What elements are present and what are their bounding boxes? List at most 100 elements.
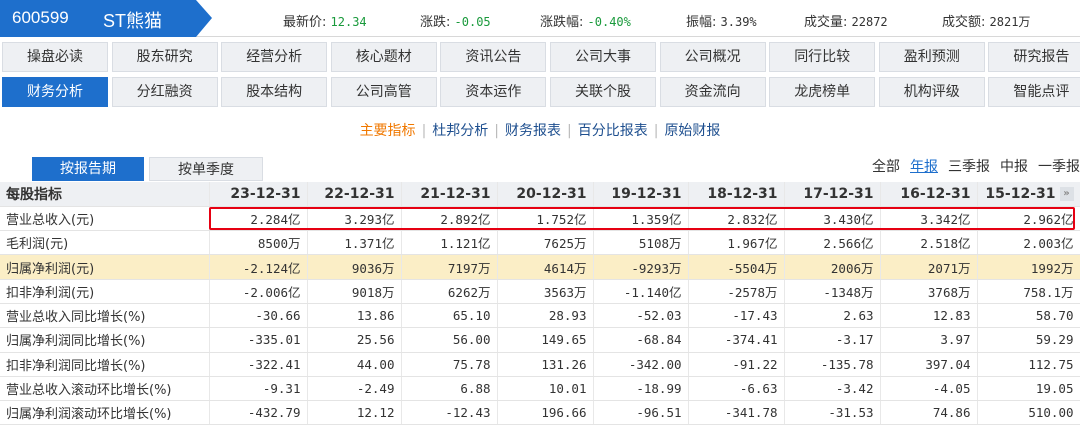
table-cell: 9018万 (307, 279, 402, 304)
subtab[interactable]: 原始财报 (664, 123, 720, 139)
table-cell: 758.1万 (977, 279, 1080, 304)
quote-value: -0.05 (454, 15, 491, 29)
report-filter: 全部 年报 三季报 中报 一季报 (862, 156, 1080, 176)
table-header-row: 每股指标 23-12-31 22-12-31 21-12-31 20-12-31 19-… (0, 182, 1080, 207)
table-cell: -341.78 (688, 400, 785, 426)
quote-item: 最新价: 12.34 (283, 11, 367, 30)
table-cell: -374.41 (688, 327, 785, 353)
nav-tab[interactable]: 股东研究 (111, 42, 218, 72)
column-header[interactable]: 22-12-31 (307, 182, 402, 207)
nav-tab[interactable]: 龙虎榜单 (769, 77, 876, 107)
by-report-period-button[interactable]: 按报告期 (32, 157, 144, 181)
column-header[interactable]: 23-12-31 (209, 182, 308, 207)
row-label: 归属净利润同比增长(%) (0, 327, 210, 353)
table-header-label: 每股指标 (0, 182, 210, 207)
nav-tab[interactable]: 核心题材 (330, 42, 437, 72)
table-cell: 2006万 (784, 254, 881, 280)
nav-tab[interactable]: 资讯公告 (440, 42, 547, 72)
column-header-label: 15-12-31 (985, 185, 1056, 202)
table-cell: -2.49 (307, 376, 402, 402)
by-quarter-button[interactable]: 按单季度 (149, 157, 263, 181)
subtab[interactable]: 财务报表 (505, 123, 561, 139)
nav-tab[interactable]: 机构评级 (878, 77, 985, 107)
subtab[interactable]: 主要指标 (360, 123, 416, 139)
table-cell: 1.967亿 (688, 230, 785, 256)
row-label: 归属净利润(元) (0, 254, 210, 280)
quote-item: 涨跌幅: -0.40% (540, 11, 631, 30)
table-cell: -30.66 (209, 303, 308, 329)
table-cell: 19.05 (977, 376, 1080, 402)
subtab[interactable]: 百分比报表 (578, 123, 648, 139)
nav-row: 财务分析 分红融资 股本结构 公司高管 资本运作 关联个股 资金流向 龙虎榜单 机构评级 智能点评 (0, 77, 1080, 107)
table-cell: 74.86 (880, 400, 978, 426)
quote-label: 涨跌: (420, 15, 451, 30)
column-header[interactable]: 19-12-31 (593, 182, 689, 207)
subtab[interactable]: 杜邦分析 (432, 123, 488, 139)
column-header-label: 18-12-31 (707, 185, 778, 202)
nav-tab[interactable]: 操盘必读 (2, 42, 108, 72)
column-header[interactable]: 21-12-31 (401, 182, 498, 207)
row-label: 扣非净利润同比增长(%) (0, 352, 210, 377)
table-cell: -18.99 (593, 376, 689, 402)
nav-tab[interactable]: 分红融资 (111, 77, 218, 107)
table-cell: -12.43 (401, 400, 498, 426)
scroll-right-icon[interactable]: » (1059, 186, 1074, 201)
table-cell: 2.284亿 (209, 206, 308, 232)
report-filter-option[interactable]: 中报 (1000, 159, 1028, 175)
report-filter-option[interactable]: 年报 (910, 159, 938, 175)
column-header-label: 23-12-31 (230, 185, 301, 202)
column-header[interactable]: 16-12-31 (880, 182, 978, 207)
nav-tab[interactable]: 研究报告 (988, 42, 1080, 72)
nav-tab[interactable]: 资本运作 (440, 77, 547, 107)
column-header[interactable]: 18-12-31 (688, 182, 785, 207)
nav-tab[interactable]: 财务分析 (2, 77, 108, 107)
nav-tab[interactable]: 盈利预测 (878, 42, 985, 72)
table-cell: 3563万 (497, 279, 594, 304)
table-cell: -6.63 (688, 376, 785, 402)
nav-tab[interactable]: 同行比较 (769, 42, 876, 72)
table-cell: -2.006亿 (209, 279, 308, 304)
nav-tab[interactable]: 经营分析 (221, 42, 328, 72)
nav-tab[interactable]: 股本结构 (221, 77, 328, 107)
table-cell: -4.05 (880, 376, 978, 402)
quote-item: 成交量: 22872 (804, 11, 888, 30)
nav-tab[interactable]: 公司大事 (550, 42, 656, 72)
column-header[interactable]: 17-12-31 (784, 182, 881, 207)
table-cell: 9036万 (307, 254, 402, 280)
table-cell: 7197万 (401, 254, 498, 280)
column-header[interactable]: 15-12-31» (977, 182, 1080, 207)
nav-tab[interactable]: 关联个股 (550, 77, 656, 107)
column-header-label: 19-12-31 (611, 185, 682, 202)
quote-value: 3.39% (720, 15, 757, 29)
table-cell: -9293万 (593, 254, 689, 280)
table-cell: 1.121亿 (401, 230, 498, 256)
table-cell: -91.22 (688, 352, 785, 377)
quote-label: 成交量: (804, 15, 848, 30)
table-cell: 65.10 (401, 303, 498, 329)
quote-label: 成交额: (942, 15, 986, 30)
table-cell: 13.86 (307, 303, 402, 329)
stock-code: 600599 (12, 8, 69, 27)
column-header[interactable]: 20-12-31 (497, 182, 594, 207)
quote-label: 振幅: (686, 15, 717, 30)
stock-tag: 600599 ST熊猫 (0, 0, 212, 37)
table-cell: 1.752亿 (497, 206, 594, 232)
table-cell: 1992万 (977, 254, 1080, 280)
table-row: 营业总收入滚动环比增长(%) -9.31 -2.49 6.88 10.01 -18.99-… (0, 376, 1080, 402)
row-label: 营业总收入滚动环比增长(%) (0, 376, 210, 402)
row-label: 扣非净利润(元) (0, 279, 210, 304)
sub-tabs: 主要指标 | 杜邦分析 | 财务报表 | 百分比报表 | 原始财报 (0, 120, 1080, 144)
table-cell: 44.00 (307, 352, 402, 377)
report-filter-option[interactable]: 一季报 (1038, 159, 1080, 175)
report-filter-option[interactable]: 三季报 (948, 159, 990, 175)
nav-row: 操盘必读 股东研究 经营分析 核心题材 资讯公告 公司大事 公司概况 同行比较 盈利预测 研究报告 (0, 42, 1080, 72)
nav-tab[interactable]: 智能点评 (988, 77, 1080, 107)
nav-tab[interactable]: 公司概况 (659, 42, 766, 72)
table-cell: 149.65 (497, 327, 594, 353)
table-cell: 25.56 (307, 327, 402, 353)
nav-tab[interactable]: 公司高管 (330, 77, 437, 107)
table-cell: -432.79 (209, 400, 308, 426)
nav-tab[interactable]: 资金流向 (659, 77, 766, 107)
report-filter-option[interactable]: 全部 (872, 159, 900, 175)
table-cell: -1.140亿 (593, 279, 689, 304)
